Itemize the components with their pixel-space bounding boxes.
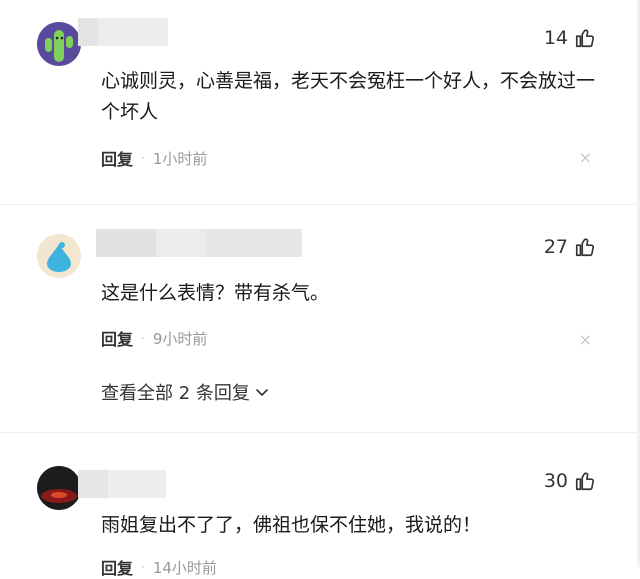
like-button[interactable]: 27: [544, 236, 596, 258]
sunset-avatar-icon: [37, 466, 81, 510]
like-count: 27: [543, 236, 568, 258]
divider: [0, 204, 640, 205]
comment-meta: 回复 · 1小时前: [101, 146, 207, 170]
separator-dot: ·: [141, 560, 145, 574]
timestamp: 9小时前: [152, 329, 208, 348]
comment-meta: 回复 · 9小时前: [101, 326, 207, 350]
thumbs-up-icon: [575, 29, 594, 48]
username-redacted: [96, 229, 302, 257]
like-count: 30: [543, 470, 568, 492]
thumbs-up-icon: [575, 238, 594, 257]
timestamp: 1小时前: [152, 149, 208, 168]
avatar[interactable]: [37, 22, 81, 66]
username-redacted: [78, 470, 166, 498]
separator-dot: ·: [141, 331, 145, 345]
username-redacted: [78, 18, 168, 46]
reply-button[interactable]: 回复: [101, 555, 133, 579]
chevron-down-icon: [256, 389, 268, 396]
timestamp: 14小时前: [152, 558, 217, 577]
reply-button[interactable]: 回复: [101, 326, 133, 350]
like-button[interactable]: 30: [544, 470, 596, 492]
expand-replies-button[interactable]: 查看全部 2 条回复: [101, 379, 270, 405]
comment-text: 这是什么表情？带有杀气。: [101, 282, 330, 304]
avatar[interactable]: [37, 466, 81, 510]
close-icon[interactable]: ×: [579, 148, 592, 167]
expand-replies-label: 查看全部 2 条回复: [101, 383, 250, 404]
comment-text: 心诚则灵，心善是福，老天不会冤枉一个好人，不会放过一个坏人: [101, 70, 596, 123]
cactus-avatar-icon: [37, 22, 81, 66]
like-button[interactable]: 14: [544, 27, 596, 49]
thumbs-up-icon: [575, 472, 594, 491]
separator-dot: ·: [141, 151, 145, 165]
like-count: 14: [543, 27, 568, 49]
avatar[interactable]: [37, 234, 81, 278]
comment-meta: 回复 · 14小时前: [101, 555, 217, 579]
divider: [0, 432, 640, 433]
close-icon[interactable]: ×: [579, 330, 592, 349]
water-drop-avatar-icon: [37, 234, 81, 278]
comment-text: 雨姐复出不了了，佛祖也保不住她，我说的！: [101, 514, 482, 536]
reply-button[interactable]: 回复: [101, 146, 133, 170]
